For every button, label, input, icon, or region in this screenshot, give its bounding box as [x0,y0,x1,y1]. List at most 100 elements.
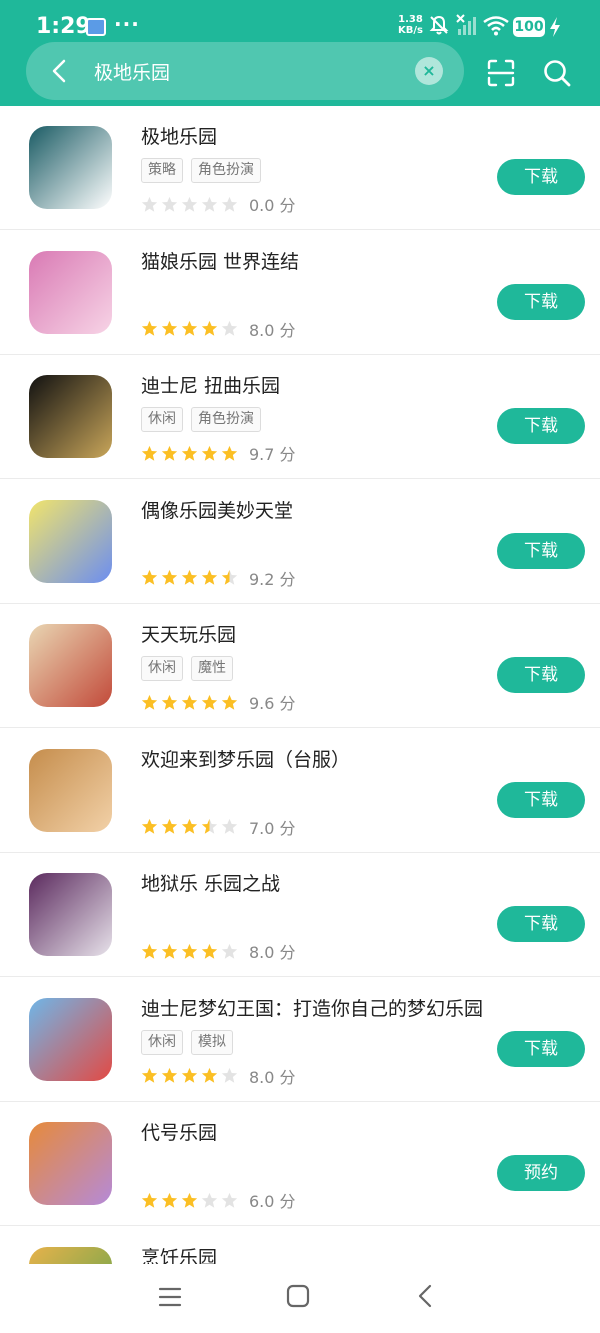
star-icon [161,943,178,959]
rating-score: 6.0 分 [249,1192,296,1211]
download-button[interactable]: 下载 [497,781,585,818]
star-icon [141,694,158,710]
search-bar: × [26,42,464,100]
list-item[interactable]: 猫娘乐园 世界连结 8.0 分 下载 [0,231,600,355]
rating-score: 9.7 分 [249,445,296,464]
download-button[interactable]: 下载 [497,159,585,195]
rating: 8.0 分 [141,939,296,962]
rating: 0.0 分 [141,192,296,215]
rating: 9.2 分 [141,566,296,589]
battery-icon: 100 [513,17,545,37]
star-icon [141,943,158,959]
star-icon [181,943,198,959]
charging-icon [550,17,560,37]
app-tag: 魔性 [191,656,233,681]
app-tag: 角色扮演 [191,158,261,183]
more-notifications-indicator: ··· [114,12,140,36]
star-icon [221,320,238,336]
app-tags: 策略 角色扮演 [141,158,269,183]
list-item[interactable]: 天天玩乐园休闲 魔性 9.6 分 下载 [0,604,600,728]
app-tag: 模拟 [191,1029,233,1055]
rating-score: 8.0 分 [249,943,296,962]
star-icon [181,320,198,336]
rating: 8.0 分 [141,317,296,340]
star-icon [201,320,218,336]
download-button[interactable]: 下载 [497,283,585,320]
app-name: 地狱乐 乐园之战 [141,873,281,895]
app-tag: 休闲 [141,656,183,681]
back-icon[interactable] [414,1283,438,1309]
star-icon [201,694,218,710]
star-icon [201,569,218,585]
star-icon [221,1067,238,1083]
rating-score: 8.0 分 [249,1067,296,1087]
scan-icon[interactable] [486,58,516,88]
home-icon[interactable] [285,1283,311,1309]
app-tags: 休闲 模拟 [141,1029,241,1055]
app-icon[interactable] [29,375,112,458]
menu-icon[interactable] [158,1286,182,1308]
star-icon [221,569,238,585]
header: 1:29 ··· 1.38 KB/s 100 极地乐园 × [0,0,600,106]
star-icon [141,320,158,336]
notification-icon [86,18,106,36]
app-icon[interactable] [29,873,112,956]
list-item[interactable]: 迪士尼 扭曲乐园 休闲 角色扮演 9.7 分 下载 [0,355,600,479]
download-button[interactable]: 下载 [497,532,585,569]
star-icon [221,445,238,461]
search-icon[interactable] [542,58,572,88]
reserve-button[interactable]: 预约 [497,1155,585,1191]
list-item[interactable]: 代号乐园 6.0 分 预约 [0,1102,600,1226]
app-icon[interactable] [29,250,112,334]
app-tag: 休闲 [141,1029,183,1055]
star-icon [141,196,158,212]
star-icon [201,818,218,834]
signal-icon [456,14,476,35]
search-input[interactable] [94,56,404,86]
list-item[interactable]: 烹饪乐园 [0,1227,600,1265]
network-speed-unit: KB/s [398,25,423,36]
star-icon [181,1192,198,1208]
app-name: 猫娘乐园 世界连结 [141,250,300,273]
app-icon[interactable] [29,499,112,583]
rating: 7.0 分 [141,815,296,838]
star-icon [181,818,198,834]
download-button[interactable]: 下载 [497,657,585,693]
star-icon [221,818,238,834]
star-icon [181,196,198,212]
download-button[interactable]: 下载 [497,1030,585,1067]
star-icon [221,943,238,959]
download-button[interactable]: 下载 [497,408,585,444]
app-icon[interactable] [29,1122,112,1205]
star-icon [161,445,178,461]
app-name: 烹饪乐园 [141,1246,218,1265]
back-icon[interactable] [46,57,74,85]
app-tags: 休闲 角色扮演 [141,407,269,432]
app-icon[interactable] [29,997,112,1081]
system-nav-bar [0,1264,600,1333]
star-icon [141,1192,158,1208]
list-item[interactable]: 极地乐园策略 角色扮演 0.0 分 下载 [0,106,600,230]
app-icon[interactable] [29,624,112,707]
download-button[interactable]: 下载 [497,906,585,942]
rating: 9.6 分 [141,690,296,713]
star-icon [221,1192,238,1208]
clear-search-button[interactable]: × [415,57,443,85]
app-name: 极地乐园 [141,126,218,148]
list-item[interactable]: 迪士尼梦幻王国：打造你自己的梦幻乐园 休闲 模拟 8.0 分 下载 [0,978,600,1102]
app-name: 天天玩乐园 [141,624,237,646]
app-icon[interactable] [29,748,112,832]
app-name: 迪士尼 扭曲乐园 [141,375,281,397]
list-item[interactable]: 地狱乐 乐园之战 8.0 分 下载 [0,853,600,977]
app-icon[interactable] [29,126,112,209]
star-icon [181,1067,198,1083]
star-icon [141,569,158,585]
wifi-icon [483,16,509,36]
rating-score: 0.0 分 [249,196,296,215]
app-tag: 策略 [141,158,183,183]
star-icon [201,943,218,959]
list-item[interactable]: 欢迎来到梦乐园（台服） 7.0 分 下载 [0,729,600,853]
app-name: 欢迎来到梦乐园（台服） [141,748,351,771]
app-icon[interactable] [29,1246,112,1264]
list-item[interactable]: 偶像乐园美妙天堂 9.2 分 下载 [0,480,600,604]
